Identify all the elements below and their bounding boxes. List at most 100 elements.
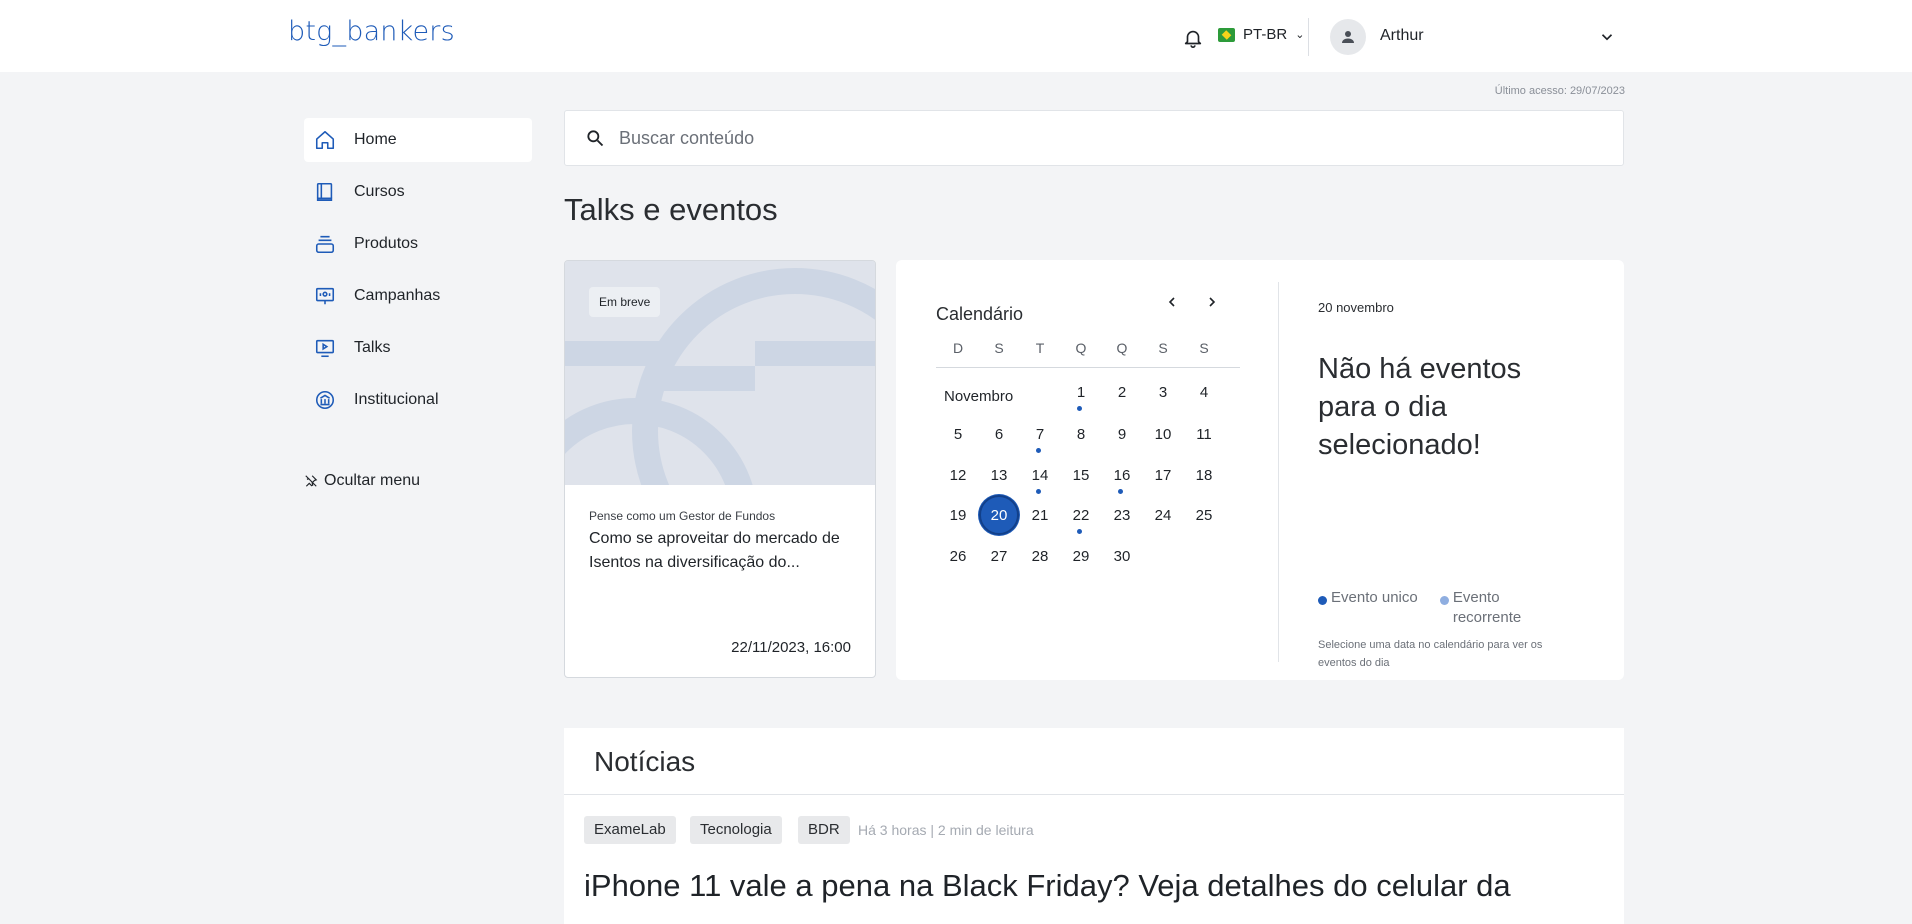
calendar-day[interactable]: 12 <box>938 455 978 495</box>
legend-recurring-event: Evento recorrente <box>1440 588 1570 628</box>
news-meta: Há 3 horas | 2 min de leitura <box>858 822 1034 838</box>
weekday-label: S <box>994 340 1004 356</box>
news-headline[interactable]: iPhone 11 vale a pena na Black Friday? V… <box>584 868 1511 904</box>
divider <box>564 794 1624 795</box>
calendar-day[interactable]: 13 <box>979 455 1019 495</box>
calendar-day[interactable]: 25 <box>1184 495 1224 535</box>
calendar-day[interactable]: 5 <box>938 414 978 454</box>
calendar-day[interactable]: 17 <box>1143 455 1183 495</box>
logo[interactable]: btg_bankers <box>288 16 455 47</box>
prev-month-button[interactable] <box>1160 290 1184 314</box>
sidebar-item-label: Campanhas <box>354 287 441 304</box>
calendar-day[interactable]: 3 <box>1143 372 1183 412</box>
sidebar-item-label: Home <box>354 131 397 148</box>
sidebar-item-label: Produtos <box>354 235 419 252</box>
weekday-label: Q <box>1116 340 1128 356</box>
calendar-day[interactable]: 9 <box>1102 414 1142 454</box>
news-tag[interactable]: Tecnologia <box>690 816 782 844</box>
event-category: Pense como um Gestor de Fundos <box>589 509 776 523</box>
calendar-day-selected[interactable]: 20 <box>979 495 1019 535</box>
calendar-day[interactable]: 4 <box>1184 372 1224 412</box>
calendar-day[interactable]: 10 <box>1143 414 1183 454</box>
last-access: Último acesso: 29/07/2023 <box>1494 85 1625 97</box>
chevron-down-icon: ⌄ <box>1295 29 1305 41</box>
legend-single-event: Evento unico <box>1318 588 1428 608</box>
weekday-label: S <box>1158 340 1168 356</box>
legend-label: Evento recorrente <box>1452 589 1522 626</box>
avatar[interactable] <box>1330 19 1366 55</box>
calendar-hint: Selecione uma data no calendário para ve… <box>1318 639 1543 669</box>
event-indicator-dot <box>1036 448 1041 453</box>
sidebar-item-talks[interactable]: Talks <box>304 326 532 370</box>
weekday-label: D <box>952 340 964 356</box>
event-card[interactable]: Em breve Pense como um Gestor de Fundos … <box>564 260 876 678</box>
calendar-day[interactable]: 8 <box>1061 414 1101 454</box>
calendar-title: Calendário <box>936 304 1024 324</box>
play-screen-icon <box>314 337 336 359</box>
brazil-flag-icon <box>1218 27 1235 42</box>
bell-icon[interactable] <box>1182 26 1204 50</box>
calendar-day[interactable]: 21 <box>1020 495 1060 535</box>
home-icon <box>314 129 336 151</box>
calendar-day[interactable]: 2 <box>1102 372 1142 412</box>
sidebar-item-label: Cursos <box>354 183 405 200</box>
weekday-label: T <box>1035 340 1045 356</box>
calendar-day[interactable]: 19 <box>938 495 978 535</box>
sidebar-item-home[interactable]: Home <box>304 118 532 162</box>
news-tag[interactable]: BDR <box>798 816 850 844</box>
legend-dot <box>1318 596 1327 605</box>
language-selector[interactable]: PT-BR ⌄ <box>1218 26 1304 43</box>
search-input[interactable] <box>619 127 1519 149</box>
weekday-label: Q <box>1075 340 1087 356</box>
language-label: PT-BR <box>1243 26 1288 43</box>
legend-label: Evento unico <box>1331 589 1418 606</box>
event-indicator-dot <box>1118 489 1123 494</box>
pin-off-icon <box>305 475 318 487</box>
search-bar <box>564 110 1624 166</box>
event-datetime: 22/11/2023, 16:00 <box>731 639 851 656</box>
divider <box>1308 18 1309 56</box>
hide-menu-button[interactable]: Ocultar menu <box>304 472 420 490</box>
weekday-label: S <box>1199 340 1209 356</box>
user-name: Arthur <box>1380 27 1424 44</box>
event-indicator-dot <box>1036 489 1041 494</box>
sidebar-item-label: Institucional <box>354 391 439 408</box>
calendar-day[interactable]: 15 <box>1061 455 1101 495</box>
month-label: Novembro <box>944 388 1014 405</box>
calendar-day[interactable]: 18 <box>1184 455 1224 495</box>
status-badge: Em breve <box>589 287 661 317</box>
selected-date: 20 novembro <box>1318 300 1394 315</box>
sidebar-item-label: Talks <box>354 339 391 356</box>
top-bar: btg_bankers PT-BR ⌄ Arthur <box>0 0 1912 72</box>
stack-icon <box>314 233 336 255</box>
legend-dot <box>1440 596 1449 605</box>
calendar-day[interactable]: 30 <box>1102 536 1142 576</box>
user-icon <box>1342 31 1354 43</box>
event-title: Como se aproveitar do mercado de Isentos… <box>589 530 840 571</box>
chevron-down-icon[interactable] <box>1598 28 1616 46</box>
sidebar-item-produtos[interactable]: Produtos <box>304 222 532 266</box>
news-tag[interactable]: ExameLab <box>584 816 676 844</box>
calendar-day[interactable]: 26 <box>938 536 978 576</box>
sidebar-item-institucional[interactable]: Institucional <box>304 378 532 422</box>
section-title-news: Notícias <box>594 746 696 777</box>
next-month-button[interactable] <box>1200 290 1224 314</box>
bank-icon <box>314 389 336 411</box>
calendar-day[interactable]: 6 <box>979 414 1019 454</box>
chevron-left-icon <box>1168 297 1175 307</box>
calendar-day[interactable]: 24 <box>1143 495 1183 535</box>
book-icon <box>314 181 336 203</box>
calendar-day[interactable]: 11 <box>1184 414 1224 454</box>
calendar-day[interactable]: 28 <box>1020 536 1060 576</box>
section-title-talks: Talks e eventos <box>564 192 778 227</box>
sidebar-item-campanhas[interactable]: Campanhas <box>304 274 532 318</box>
calendar-day[interactable]: 29 <box>1061 536 1101 576</box>
calendar-day[interactable]: 23 <box>1102 495 1142 535</box>
sidebar-item-cursos[interactable]: Cursos <box>304 170 532 214</box>
chevron-right-icon <box>1209 297 1216 307</box>
weekday-header: DSTQQSS <box>936 340 1240 368</box>
calendar-day[interactable]: 27 <box>979 536 1019 576</box>
campaign-icon <box>314 285 336 307</box>
event-indicator-dot <box>1077 529 1082 534</box>
calendar-panel: Calendário DSTQQSS Novembro 1 2 3 4 5 6 7 8 9 10 1… <box>896 260 1624 680</box>
